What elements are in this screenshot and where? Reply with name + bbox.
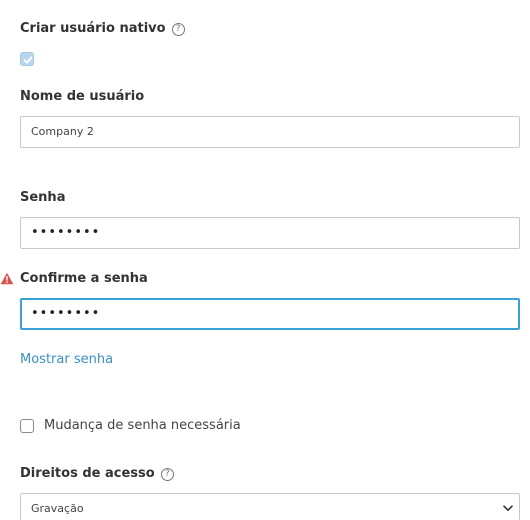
access-rights-selected: Gravação: [31, 502, 84, 515]
username-value: Company 2: [31, 125, 94, 138]
password-label: Senha: [20, 190, 66, 205]
checkmark-icon: [23, 56, 33, 64]
native-user-form: Criar usuário nativo? Nome de usuário Co…: [0, 0, 530, 520]
access-rights-label: Direitos de acesso: [20, 466, 155, 481]
access-rights-select[interactable]: Gravação: [20, 493, 520, 520]
password-input[interactable]: ••••••••: [20, 217, 520, 249]
password-change-required-checkbox[interactable]: [20, 419, 34, 433]
show-password-link[interactable]: Mostrar senha: [20, 352, 113, 367]
warning-triangle-icon: [0, 272, 14, 285]
confirm-password-input[interactable]: ••••••••: [20, 298, 520, 330]
native-user-label-row: Criar usuário nativo?: [20, 21, 185, 36]
password-change-required-label[interactable]: Mudança de senha necessária: [44, 418, 241, 433]
question-circle-icon[interactable]: ?: [160, 468, 174, 481]
question-circle-icon[interactable]: ?: [171, 23, 185, 36]
access-rights-label-row: Direitos de acesso?: [20, 466, 174, 481]
username-input[interactable]: Company 2: [20, 116, 520, 148]
username-label: Nome de usuário: [20, 89, 145, 104]
native-user-checkbox[interactable]: [20, 52, 34, 66]
password-value: ••••••••: [31, 225, 101, 240]
confirm-password-label: Confirme a senha: [20, 271, 148, 286]
chevron-down-icon: [503, 505, 513, 511]
native-user-label: Criar usuário nativo: [20, 21, 166, 36]
confirm-password-value: ••••••••: [31, 306, 101, 321]
